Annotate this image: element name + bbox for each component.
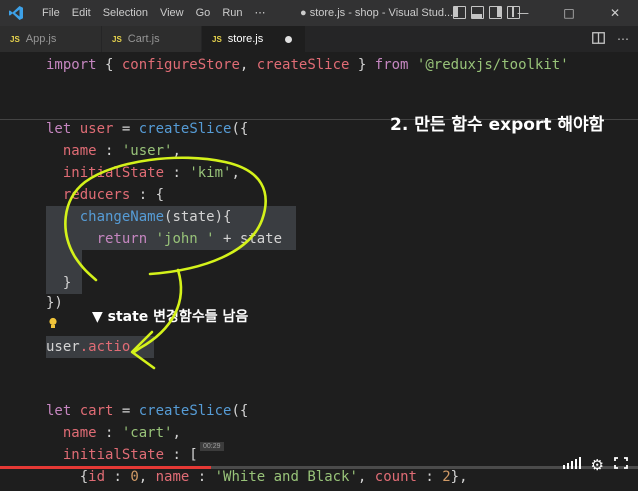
menu-edit[interactable]: Edit — [66, 0, 97, 26]
js-file-icon: JS — [112, 34, 122, 44]
hand-drawn-circle-arrow — [64, 156, 267, 370]
player-controls: ⚙ — [562, 456, 628, 474]
tab-store-js[interactable]: JS store.js — [202, 26, 306, 52]
vscode-logo-icon[interactable] — [6, 3, 26, 23]
toggle-panel-icon[interactable] — [471, 6, 484, 19]
menu-bar: File Edit Selection View Go Run ⋯ — [36, 0, 272, 26]
settings-gear-icon[interactable]: ⚙ — [591, 456, 604, 474]
unsaved-dot-icon[interactable] — [285, 35, 293, 43]
toggle-sidebar-icon[interactable] — [453, 6, 466, 19]
volume-level-icon[interactable] — [562, 457, 581, 473]
menu-selection[interactable]: Selection — [97, 0, 154, 26]
video-progress-fill — [0, 466, 211, 469]
code-editor[interactable]: import { configureStore, createSlice } f… — [0, 52, 638, 491]
fullscreen-icon[interactable] — [614, 457, 628, 473]
tab-app-js[interactable]: JS App.js — [0, 26, 102, 52]
tab-cart-js[interactable]: JS Cart.js — [102, 26, 202, 52]
tab-label: Cart.js — [127, 33, 160, 45]
window-title: ● store.js - shop - Visual Stud... — [300, 7, 454, 19]
minimize-button[interactable]: — — [500, 0, 546, 26]
menu-go[interactable]: Go — [190, 0, 217, 26]
tab-label: store.js — [227, 33, 264, 45]
split-editor-icon[interactable] — [592, 31, 605, 47]
more-actions-icon[interactable]: ⋯ — [617, 32, 630, 46]
tab-label: App.js — [25, 33, 57, 45]
timestamp-chip: 00:29 — [200, 442, 224, 451]
window-controls: — □ ✕ — [500, 0, 638, 26]
tab-actions: ⋯ — [592, 26, 630, 52]
js-file-icon: JS — [212, 34, 222, 44]
menu-view[interactable]: View — [154, 0, 190, 26]
close-button[interactable]: ✕ — [592, 0, 638, 26]
menu-file[interactable]: File — [36, 0, 66, 26]
maximize-button[interactable]: □ — [546, 0, 592, 26]
menu-run[interactable]: Run — [216, 0, 248, 26]
title-bar: File Edit Selection View Go Run ⋯ ● stor… — [0, 0, 638, 26]
editor-tab-bar: JS App.js JS Cart.js JS store.js ⋯ — [0, 26, 638, 52]
video-progress-bar[interactable] — [0, 466, 638, 469]
js-file-icon: JS — [10, 34, 20, 44]
menu-more[interactable]: ⋯ — [249, 0, 272, 26]
